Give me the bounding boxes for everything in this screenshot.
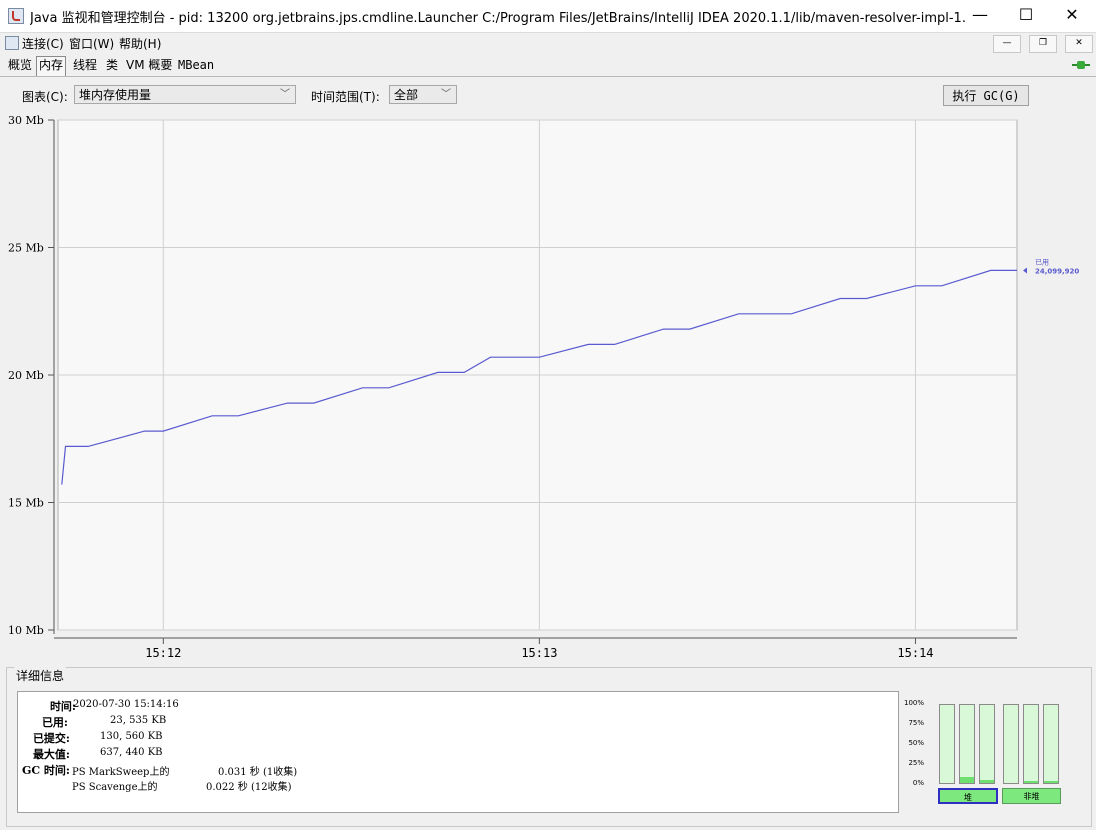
chevron-down-icon: ﹀ <box>441 89 451 100</box>
chevron-down-icon: ﹀ <box>280 89 290 100</box>
y-tick-label: 25 Mb <box>8 242 44 255</box>
y-tick-label: 10 Mb <box>8 624 44 637</box>
time-range-select-value: 全部 <box>394 88 419 102</box>
max-value: 637, 440 KB <box>100 747 163 758</box>
gc-row-name: PS MarkSweep上的 <box>72 767 170 778</box>
java-window-icon[interactable] <box>5 36 19 50</box>
time-range-select[interactable]: 全部 ﹀ <box>389 85 457 104</box>
details-title: 详细信息 <box>14 667 67 684</box>
tab-overview[interactable]: 概览 <box>6 57 34 74</box>
tab-bar: 概览 内存 线程 类 VM 概要 MBean <box>0 56 1096 77</box>
committed-value: 130, 560 KB <box>100 731 163 742</box>
time-label: 时间: <box>49 700 76 713</box>
menu-help[interactable]: 帮助(H) <box>119 35 161 52</box>
x-tick-label: 15:13 <box>521 646 557 660</box>
nonheap-button[interactable]: 非堆 <box>1002 788 1061 804</box>
max-label: 最大值: <box>32 748 70 761</box>
chart-label: 图表(C): <box>22 90 68 104</box>
java-app-icon <box>8 8 24 24</box>
details-box: 时间: 2020-07-30 15:14:16 已用: 23, 535 KB 已… <box>17 691 899 813</box>
chart-select[interactable]: 堆内存使用量 ﹀ <box>74 85 296 104</box>
pool-bar[interactable] <box>959 704 975 784</box>
perform-gc-button[interactable]: 执行 GC(G) <box>943 85 1029 106</box>
pool-bar[interactable] <box>1003 704 1019 784</box>
chart-select-value: 堆内存使用量 <box>79 88 152 102</box>
tab-threads[interactable]: 线程 <box>71 57 99 74</box>
connection-status-icon <box>1072 61 1090 69</box>
internal-restore-button[interactable]: ❐ <box>1029 35 1057 53</box>
minimize-button[interactable]: — <box>957 0 1003 32</box>
menu-connection[interactable]: 连接(C) <box>22 35 64 52</box>
pool-bar[interactable] <box>939 704 955 784</box>
internal-minimize-button[interactable]: — <box>993 35 1021 53</box>
pool-bar-fill <box>1044 781 1058 783</box>
pct-label: 25% <box>908 759 924 767</box>
title-bar: Java 监视和管理控制台 - pid: 13200 org.jetbrains… <box>0 0 1096 33</box>
gc-row-value: 0.022 秒 (12收集) <box>206 782 292 793</box>
pool-bar-fill <box>1024 781 1038 783</box>
tab-vm-summary[interactable]: VM 概要 <box>124 57 174 74</box>
heap-button[interactable]: 堆 <box>938 788 998 804</box>
gc-row-name: PS Scavenge上的 <box>72 782 158 793</box>
pct-label: 0% <box>912 779 924 787</box>
time-range-label: 时间范围(T): <box>311 90 380 104</box>
tab-memory[interactable]: 内存 <box>36 56 67 76</box>
pct-label: 50% <box>908 739 924 747</box>
used-value: 23, 535 KB <box>110 715 167 726</box>
pool-bar-fill <box>960 776 974 783</box>
pct-label: 75% <box>908 719 924 727</box>
x-tick-label: 15:12 <box>145 646 181 660</box>
current-value-marker <box>1023 267 1027 274</box>
pct-label: 100% <box>903 699 924 707</box>
y-tick-label: 20 Mb <box>8 369 44 382</box>
gc-row-value: 0.031 秒 (1收集) <box>218 767 298 778</box>
menu-window[interactable]: 窗口(W) <box>69 35 114 52</box>
pool-bar-fill <box>980 779 994 783</box>
internal-close-button[interactable]: ✕ <box>1065 35 1093 53</box>
window-title: Java 监视和管理控制台 - pid: 13200 org.jetbrains… <box>30 11 965 26</box>
menu-bar: 连接(C) 窗口(W) 帮助(H) — ❐ ✕ <box>0 33 1096 53</box>
legend-label: 已用 <box>1035 258 1049 266</box>
memory-chart: 30 Mb 25 Mb 20 Mb 15 Mb 10 Mb 15:12 15:13 15:14… <box>8 114 1079 660</box>
pool-bar[interactable] <box>1043 704 1059 784</box>
maximize-button[interactable]: ☐ <box>1003 0 1049 32</box>
committed-label: 已提交: <box>32 732 70 745</box>
tab-classes[interactable]: 类 <box>104 57 120 74</box>
legend-value: 24,099,920 <box>1035 267 1079 275</box>
y-tick-label: 15 Mb <box>8 497 44 510</box>
used-label: 已用: <box>41 716 68 729</box>
gc-time-label: GC 时间: <box>21 764 70 777</box>
time-value: 2020-07-30 15:14:16 <box>73 699 179 710</box>
memory-pool-chart: 100% 75% 50% 25% 0% 堆 非堆 <box>902 694 1082 814</box>
tab-mbean[interactable]: MBean <box>176 57 216 74</box>
y-tick-label: 30 Mb <box>8 114 44 127</box>
x-tick-label: 15:14 <box>897 646 933 660</box>
pool-bar[interactable] <box>1023 704 1039 784</box>
close-button[interactable]: ✕ <box>1049 0 1095 32</box>
pool-bar[interactable] <box>979 704 995 784</box>
